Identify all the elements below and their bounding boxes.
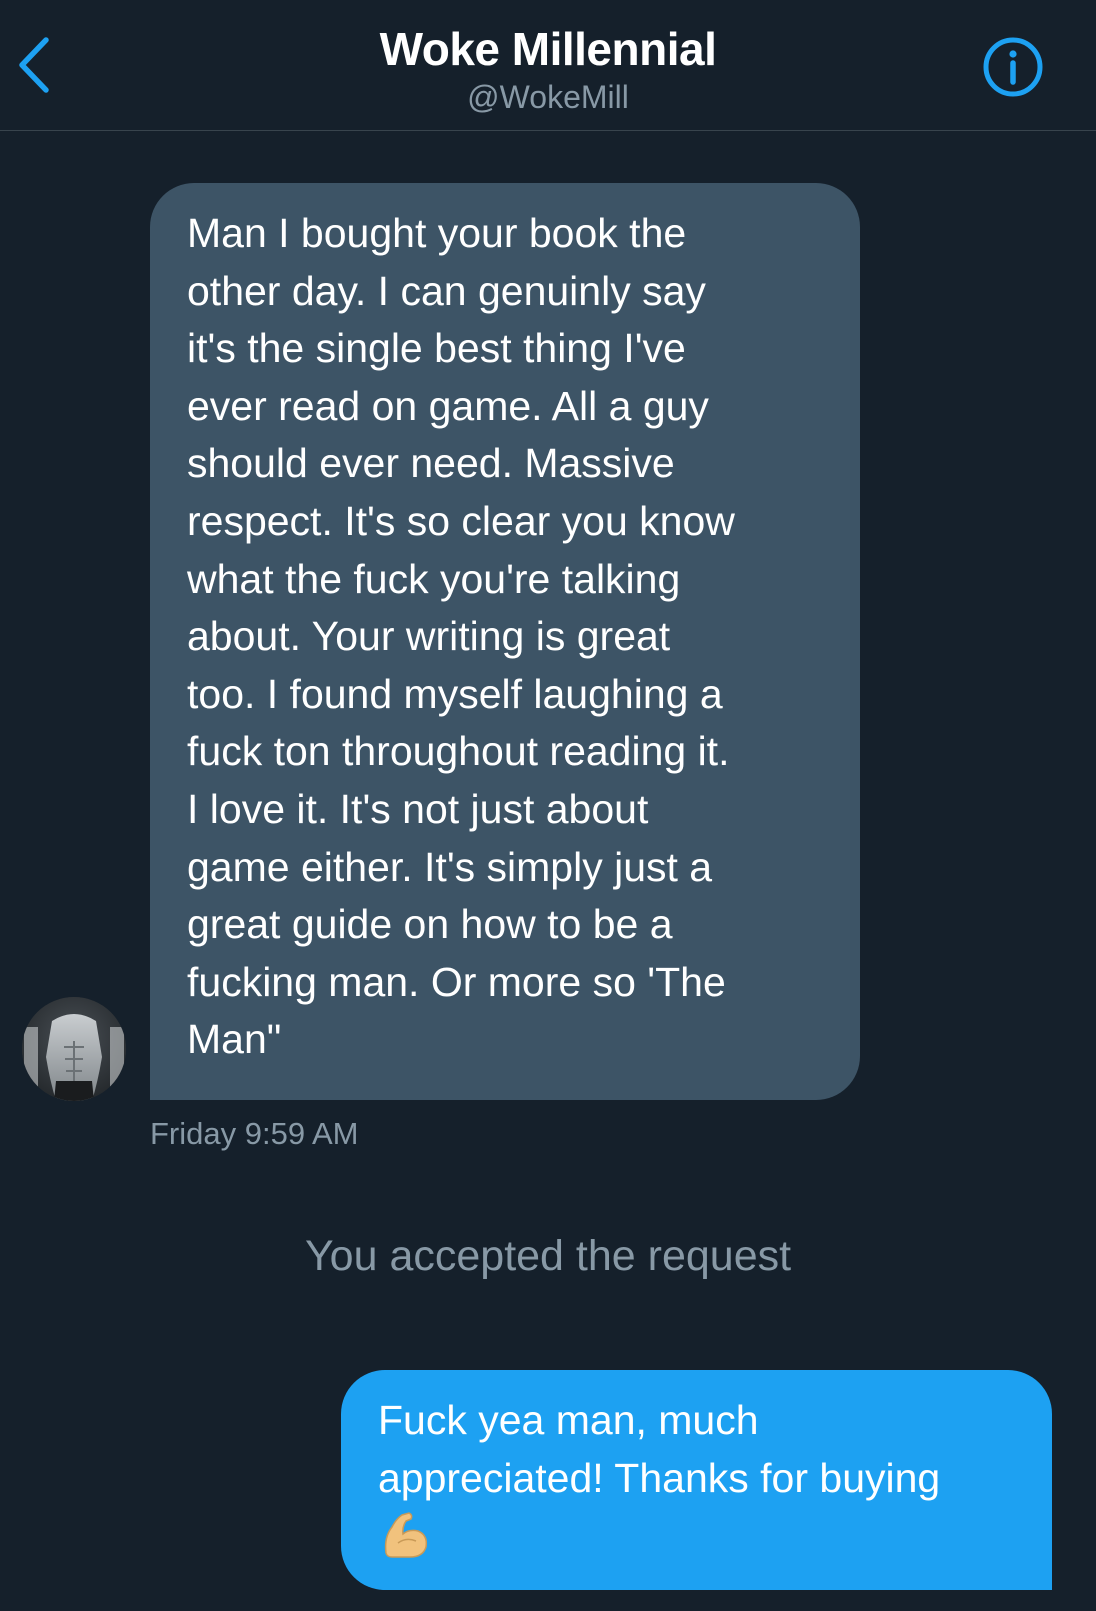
outgoing-message-line: appreciated! Thanks for buying [378,1454,941,1501]
outgoing-message-bubble[interactable]: Fuck yea man, much appreciated! Thanks f… [341,1370,1052,1590]
info-icon [983,37,1043,97]
conversation-handle: @WokeMill [467,79,629,115]
flexed-biceps-icon [378,1507,434,1579]
sender-avatar[interactable] [22,997,126,1101]
incoming-message-bubble[interactable]: Man I bought your book the other day. I … [150,183,860,1100]
conversation-header: Woke Millennial @WokeMill [0,0,1096,131]
conversation-title: Woke Millennial [379,23,717,75]
info-button[interactable] [982,36,1044,98]
avatar-photo [22,997,126,1101]
message-timestamp: Friday 9:59 AM [150,1116,359,1151]
request-accepted-notice: You accepted the request [304,1232,792,1280]
outgoing-message-line: Fuck yea man, much [378,1397,759,1443]
